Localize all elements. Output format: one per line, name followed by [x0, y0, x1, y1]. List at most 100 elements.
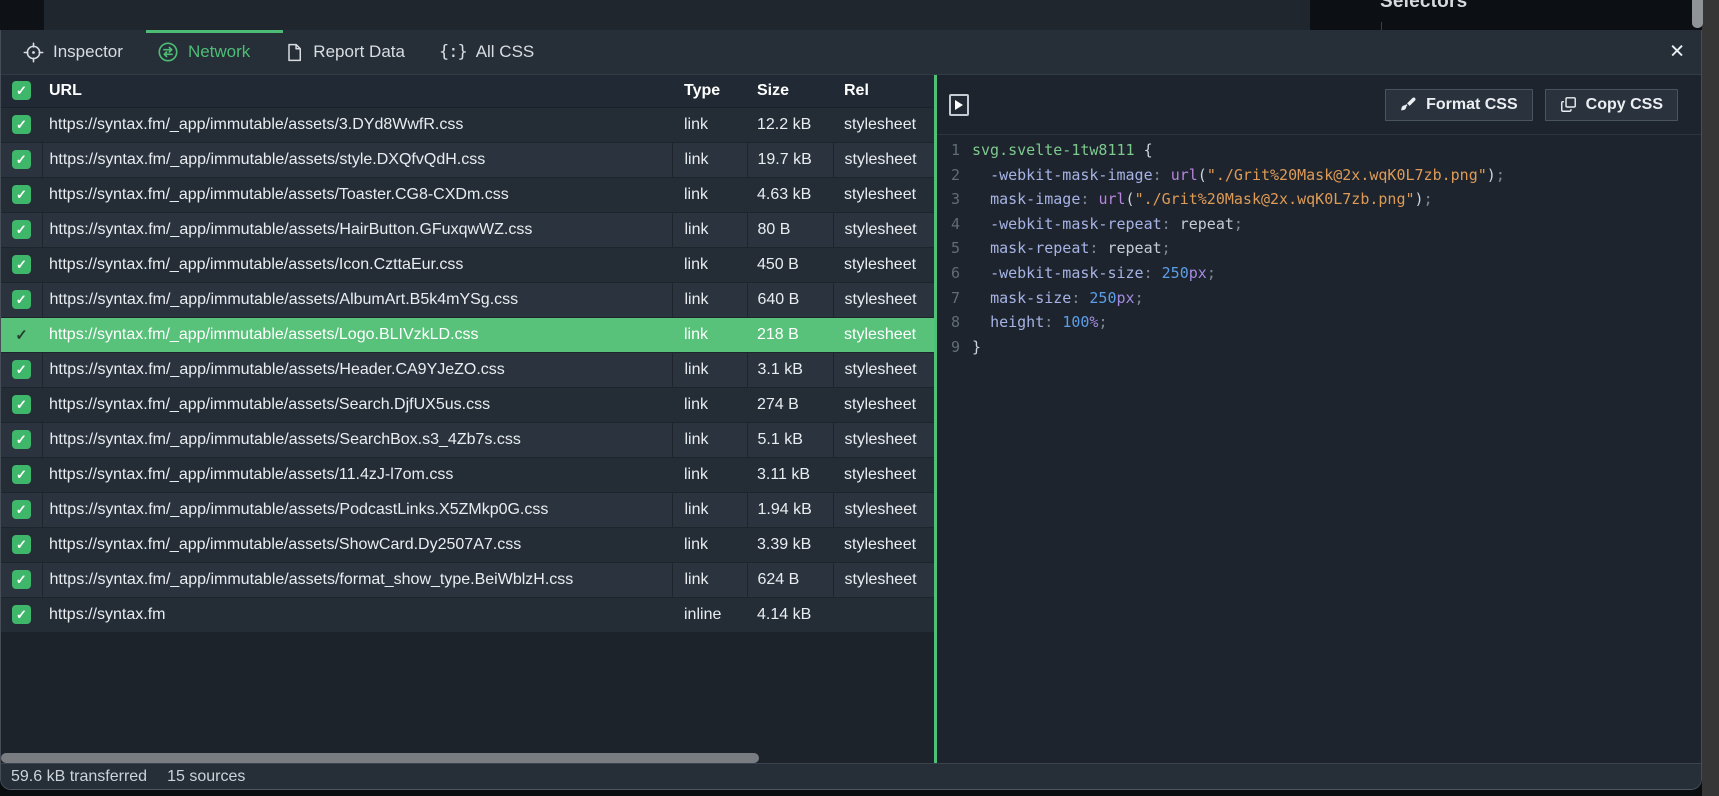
table-row[interactable]: ✓https://syntax.fm/_app/immutable/assets… — [1, 562, 934, 597]
table-row[interactable]: ✓ https://syntax.fm/_app/immutable/assets… — [1, 352, 934, 387]
tab-all-css-label: All CSS — [476, 42, 535, 62]
size-value: 3.39 kB — [747, 527, 833, 562]
table-row[interactable]: ✓https://syntax.fm/_app/immutable/assets… — [1, 247, 934, 282]
table-row[interactable]: ✓ https://syntax.fm/_app/immutable/assets… — [1, 457, 934, 492]
copy-css-button[interactable]: Copy CSS — [1545, 89, 1678, 121]
type-value: link — [672, 387, 747, 422]
backdrop-page-behind: Selectors — [1310, 0, 1702, 30]
row-checkbox[interactable]: ✓ — [12, 150, 31, 169]
collapse-panel-icon[interactable] — [949, 94, 969, 116]
url-value: https://syntax.fm/_app/immutable/assets/… — [42, 177, 672, 212]
code-lines: 1svg.svelte-1tw8111 {2 -webkit-mask-imag… — [937, 135, 1702, 359]
backdrop-left-block — [0, 0, 44, 30]
row-checkbox[interactable]: ✓ — [12, 500, 31, 519]
rel-value: stylesheet — [833, 212, 934, 247]
tab-inspector[interactable]: Inspector — [23, 42, 123, 63]
size-value: 450 B — [747, 247, 833, 282]
format-css-button[interactable]: Format CSS — [1385, 89, 1533, 121]
table-row[interactable]: ✓https://syntax.fm/_app/immutable/assets… — [1, 282, 934, 317]
row-checkbox[interactable]: ✓ — [12, 465, 31, 484]
rel-value: stylesheet — [833, 352, 934, 387]
url-value: https://syntax.fm/_app/immutable/assets/… — [42, 352, 672, 387]
column-header-rel[interactable]: Rel — [833, 75, 934, 107]
page-scrollbar-thumb[interactable] — [1692, 0, 1703, 28]
braces-icon: {:} — [439, 42, 467, 62]
type-value: link — [672, 492, 747, 527]
tab-network[interactable]: Network — [157, 41, 250, 63]
row-checkbox[interactable]: ✓ — [12, 290, 31, 309]
tab-all-css[interactable]: {:} All CSS — [439, 42, 534, 62]
row-checkbox[interactable]: ✓ — [12, 605, 31, 624]
column-header-size[interactable]: Size — [747, 75, 833, 107]
row-checkbox[interactable]: ✓ — [12, 185, 31, 204]
line-number: 4 — [945, 212, 960, 237]
css-viewer-toolbar: Format CSS Copy CSS — [937, 75, 1702, 135]
size-value: 218 B — [747, 317, 833, 352]
tab-network-label: Network — [188, 42, 250, 62]
document-icon — [284, 42, 304, 63]
table-row[interactable]: ✓https://syntax.fminline4.14 kB — [1, 597, 934, 632]
table-row[interactable]: ✓https://syntax.fm/_app/immutable/assets… — [1, 142, 934, 177]
row-checkbox[interactable]: ✓ — [12, 325, 31, 344]
horizontal-scrollbar-thumb[interactable] — [1, 753, 759, 763]
column-header-url[interactable]: URL — [42, 75, 672, 107]
url-value: https://syntax.fm/_app/immutable/assets/… — [42, 387, 672, 422]
row-checkbox[interactable]: ✓ — [12, 395, 31, 414]
type-value: link — [672, 457, 747, 492]
code-line: 1svg.svelte-1tw8111 { — [945, 138, 1702, 163]
table-row[interactable]: ✓https://syntax.fm/_app/immutable/assets… — [1, 492, 934, 527]
url-value: https://syntax.fm/_app/immutable/assets/… — [42, 527, 672, 562]
table-row[interactable]: ✓ https://syntax.fm/_app/immutable/assets… — [1, 422, 934, 457]
table-row[interactable]: ✓ https://syntax.fm/_app/immutable/assets… — [1, 177, 934, 212]
select-all-checkbox[interactable]: ✓ — [12, 81, 31, 100]
type-value: link — [672, 247, 747, 282]
sources-count: 15 sources — [167, 768, 245, 786]
rel-value: stylesheet — [833, 247, 934, 282]
type-value: link — [672, 142, 747, 177]
row-checkbox[interactable]: ✓ — [12, 570, 31, 589]
backdrop-divider-tick — [1381, 22, 1382, 30]
line-number: 8 — [945, 310, 960, 335]
column-header-type[interactable]: Type — [672, 75, 747, 107]
css-inspector-panel: Inspector Network — [0, 30, 1702, 790]
row-checkbox[interactable]: ✓ — [12, 115, 31, 134]
size-value: 5.1 kB — [747, 422, 833, 457]
rel-value: stylesheet — [833, 422, 934, 457]
brush-icon — [1400, 96, 1417, 113]
row-checkbox[interactable]: ✓ — [12, 360, 31, 379]
tab-report-data[interactable]: Report Data — [284, 42, 405, 63]
network-icon — [157, 41, 179, 63]
rel-value — [833, 597, 934, 632]
row-checkbox[interactable]: ✓ — [12, 255, 31, 274]
table-row[interactable]: ✓ https://syntax.fm/_app/immutable/assets… — [1, 527, 934, 562]
url-value: https://syntax.fm/_app/immutable/assets/… — [42, 457, 672, 492]
rel-value: stylesheet — [833, 492, 934, 527]
crosshair-icon — [23, 42, 44, 63]
line-number: 3 — [945, 187, 960, 212]
row-checkbox[interactable]: ✓ — [12, 430, 31, 449]
network-table-body: ✓ https://syntax.fm/_app/immutable/assets… — [1, 107, 934, 632]
code-line: 4 -webkit-mask-repeat: repeat; — [945, 212, 1702, 237]
table-row[interactable]: ✓https://syntax.fm/_app/immutable/assets… — [1, 107, 934, 142]
size-value: 1.94 kB — [747, 492, 833, 527]
rel-value: stylesheet — [833, 282, 934, 317]
size-value: 4.14 kB — [747, 597, 833, 632]
type-value: link — [672, 317, 747, 352]
url-value: https://syntax.fm/_app/immutable/assets/… — [42, 422, 672, 457]
screen: Selectors Inspector — [0, 0, 1719, 796]
table-row[interactable]: ✓https://syntax.fm/_app/immutable/assets… — [1, 212, 934, 247]
rel-value: stylesheet — [833, 527, 934, 562]
active-tab-indicator — [146, 30, 283, 33]
row-checkbox[interactable]: ✓ — [12, 220, 31, 239]
table-row[interactable]: ✓https://syntax.fm/_app/immutable/assets… — [1, 317, 934, 352]
code-line: 3 mask-image: url("./Grit%20Mask@2x.wqK0… — [945, 187, 1702, 212]
close-icon[interactable]: ✕ — [1669, 43, 1685, 62]
rel-value: stylesheet — [833, 107, 934, 142]
size-value: 3.1 kB — [747, 352, 833, 387]
code-line: 7 mask-size: 250px; — [945, 286, 1702, 311]
backdrop-middle — [44, 0, 1310, 30]
size-value: 624 B — [747, 562, 833, 597]
table-row[interactable]: ✓ https://syntax.fm/_app/immutable/assets… — [1, 387, 934, 422]
row-checkbox[interactable]: ✓ — [12, 535, 31, 554]
url-value: https://syntax.fm — [42, 597, 672, 632]
